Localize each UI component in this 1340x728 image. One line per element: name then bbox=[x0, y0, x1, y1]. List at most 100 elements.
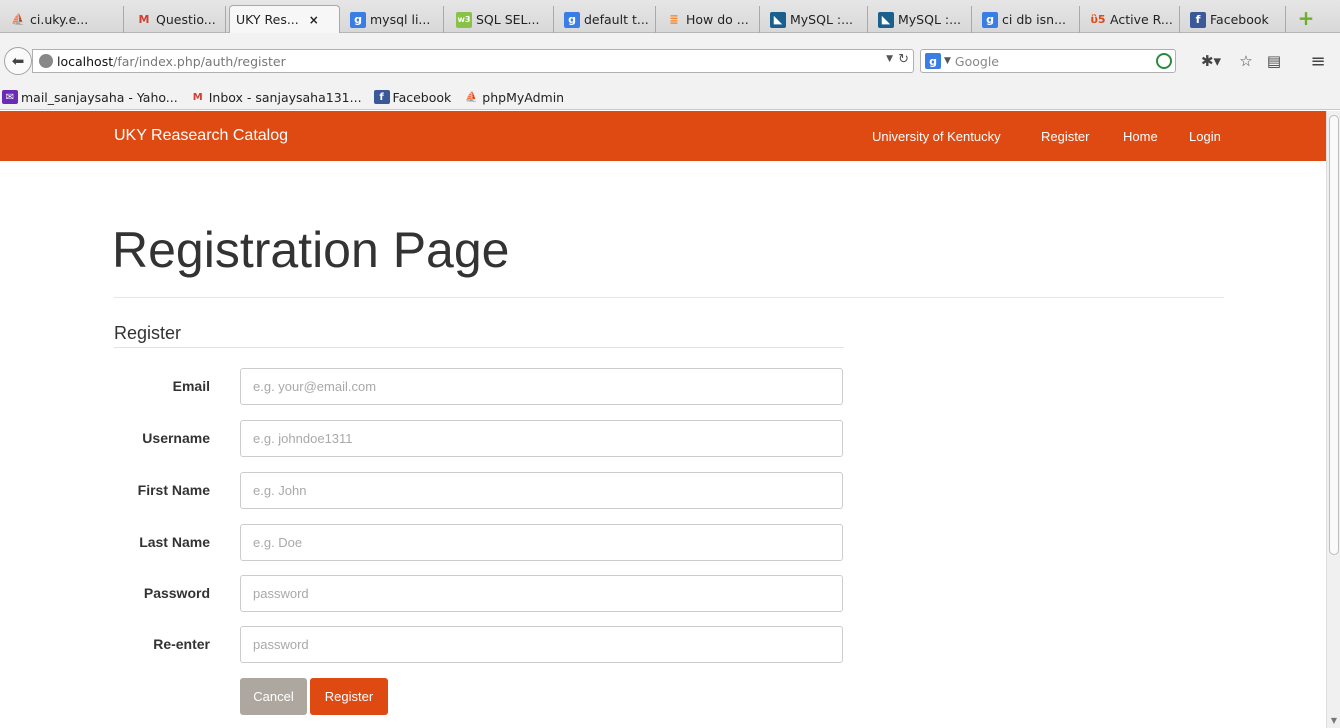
search-bar[interactable]: g ▼ Google bbox=[920, 49, 1176, 73]
mysql-icon: ◣ bbox=[770, 11, 786, 28]
close-icon[interactable]: × bbox=[309, 13, 319, 27]
url-bar[interactable]: localhost/far/index.php/auth/register ▼ … bbox=[32, 49, 914, 73]
back-arrow-icon: ⬅ bbox=[11, 52, 25, 70]
phpmyadmin-icon: ⛵ bbox=[11, 13, 25, 26]
tab-default[interactable]: g default t... bbox=[558, 6, 656, 33]
vertical-scrollbar[interactable]: ▼ bbox=[1326, 111, 1340, 728]
facebook-icon: f bbox=[1190, 11, 1206, 28]
bookmark-label: mail_sanjaysaha - Yaho... bbox=[21, 89, 178, 105]
last-name-field[interactable] bbox=[240, 524, 843, 561]
tab-ci-uky[interactable]: ⛵ ci.uky.e... bbox=[4, 6, 124, 33]
re-enter-row: Re-enter bbox=[114, 626, 844, 663]
username-field[interactable] bbox=[240, 420, 843, 457]
tab-strip: ⛵ ci.uky.e... M Questio... UKY Res... × … bbox=[0, 0, 1340, 33]
divider bbox=[114, 297, 1224, 298]
tab-sql-select[interactable]: w3 SQL SEL... bbox=[450, 6, 554, 33]
first-name-field[interactable] bbox=[240, 472, 843, 509]
phpmyadmin-icon: ⛵ bbox=[465, 91, 478, 103]
w3schools-icon: w3 bbox=[456, 11, 472, 28]
tab-label: SQL SEL... bbox=[476, 12, 540, 27]
tab-label: ci.uky.e... bbox=[30, 12, 89, 27]
search-placeholder: Google bbox=[954, 53, 1000, 69]
google-icon: g bbox=[925, 53, 941, 69]
password-label: Password bbox=[143, 585, 210, 601]
last-name-row: Last Name bbox=[114, 524, 844, 561]
first-name-label: First Name bbox=[137, 482, 210, 498]
bookmarks-bar: ✉ mail_sanjaysaha - Yaho... M Inbox - sa… bbox=[0, 85, 1340, 110]
re-enter-label: Re-enter bbox=[153, 636, 210, 652]
tab-uky-research[interactable]: UKY Res... × bbox=[229, 5, 340, 33]
search-icon[interactable] bbox=[1156, 53, 1172, 69]
bookmark-star-icon[interactable]: ☆ bbox=[1236, 49, 1256, 73]
scroll-down-arrow-icon[interactable]: ▼ bbox=[1329, 716, 1339, 726]
search-engine-dropdown-icon[interactable]: ▼ bbox=[944, 56, 951, 66]
reload-icon[interactable]: ↻ bbox=[898, 52, 909, 67]
first-name-row: First Name bbox=[114, 472, 844, 509]
codeigniter-icon: ὒ5 bbox=[1090, 13, 1106, 26]
tab-label: UKY Res... bbox=[236, 12, 299, 27]
bookmark-label: Inbox - sanjaysaha131... bbox=[208, 89, 362, 105]
email-field[interactable] bbox=[240, 368, 843, 405]
tab-mysql-1[interactable]: ◣ MySQL :... bbox=[764, 6, 868, 33]
bookmark-label: Facebook bbox=[392, 89, 452, 105]
email-label: Email bbox=[172, 378, 210, 394]
tab-how-do[interactable]: ≣ How do ... bbox=[660, 6, 760, 33]
tab-label: Facebook bbox=[1210, 12, 1269, 27]
tab-mysql-li[interactable]: g mysql li... bbox=[344, 6, 444, 33]
tab-ci-db[interactable]: g ci db isn... bbox=[976, 6, 1080, 33]
tab-label: default t... bbox=[584, 12, 649, 27]
url-host: localhost bbox=[57, 53, 114, 69]
nav-link-home[interactable]: Home bbox=[1123, 129, 1158, 144]
cancel-button[interactable]: Cancel bbox=[240, 678, 307, 715]
page-title: Registration Page bbox=[112, 222, 510, 278]
page-content: UKY Reasearch Catalog University of Kent… bbox=[0, 111, 1326, 728]
re-enter-password-field[interactable] bbox=[240, 626, 843, 663]
tab-facebook[interactable]: f Facebook bbox=[1184, 6, 1286, 33]
dropdown-arrow-icon[interactable]: ▼ bbox=[886, 54, 893, 64]
gmail-icon: M bbox=[192, 91, 203, 103]
tab-label: Questio... bbox=[156, 12, 216, 27]
scrollbar-thumb[interactable] bbox=[1329, 115, 1339, 555]
tab-questions[interactable]: M Questio... bbox=[130, 6, 226, 33]
back-button[interactable]: ⬅ bbox=[4, 47, 32, 75]
google-icon: g bbox=[564, 11, 580, 28]
menu-icon[interactable]: ≡ bbox=[1306, 49, 1330, 73]
divider bbox=[114, 347, 844, 348]
bookmark-gmail[interactable]: M Inbox - sanjaysaha131... bbox=[190, 90, 362, 105]
google-icon: g bbox=[350, 11, 366, 28]
last-name-label: Last Name bbox=[139, 534, 210, 550]
url-path: /far/index.php/auth/register bbox=[113, 53, 286, 69]
bookmark-facebook[interactable]: f Facebook bbox=[373, 89, 452, 105]
new-tab-button[interactable]: + bbox=[1296, 7, 1316, 29]
register-button[interactable]: Register bbox=[310, 678, 388, 715]
site-brand[interactable]: UKY Reasearch Catalog bbox=[114, 127, 288, 145]
tab-label: ci db isn... bbox=[1002, 12, 1066, 27]
addon-icon[interactable]: ✱▾ bbox=[1196, 49, 1226, 73]
tab-label: MySQL :... bbox=[898, 12, 962, 27]
facebook-icon: f bbox=[373, 90, 390, 104]
bookmarks-menu-icon[interactable]: ▤ bbox=[1264, 49, 1284, 73]
password-field[interactable] bbox=[240, 575, 843, 612]
bookmark-label: phpMyAdmin bbox=[482, 89, 565, 105]
gmail-icon: M bbox=[138, 13, 150, 26]
nav-link-university[interactable]: University of Kentucky bbox=[872, 129, 1001, 144]
nav-link-login[interactable]: Login bbox=[1189, 129, 1221, 144]
google-icon: g bbox=[982, 11, 998, 28]
mysql-icon: ◣ bbox=[878, 11, 894, 28]
tab-active-record[interactable]: ὒ5 Active R... bbox=[1084, 6, 1180, 33]
bookmark-yahoo-mail[interactable]: ✉ mail_sanjaysaha - Yaho... bbox=[2, 90, 178, 105]
navigation-toolbar: ⬅ localhost/far/index.php/auth/register … bbox=[0, 33, 1340, 85]
tab-label: How do ... bbox=[686, 12, 749, 27]
stackoverflow-icon: ≣ bbox=[669, 13, 679, 26]
tab-mysql-2[interactable]: ◣ MySQL :... bbox=[872, 6, 972, 33]
email-row: Email bbox=[114, 368, 844, 405]
tab-label: MySQL :... bbox=[790, 12, 854, 27]
username-row: Username bbox=[114, 420, 844, 457]
tab-label: mysql li... bbox=[370, 12, 431, 27]
tab-label: Active R... bbox=[1110, 12, 1173, 27]
bookmark-phpmyadmin[interactable]: ⛵ phpMyAdmin bbox=[463, 90, 564, 105]
nav-link-register[interactable]: Register bbox=[1041, 129, 1089, 144]
site-navbar: UKY Reasearch Catalog University of Kent… bbox=[0, 111, 1326, 161]
form-legend: Register bbox=[114, 323, 182, 343]
password-row: Password bbox=[114, 575, 844, 612]
